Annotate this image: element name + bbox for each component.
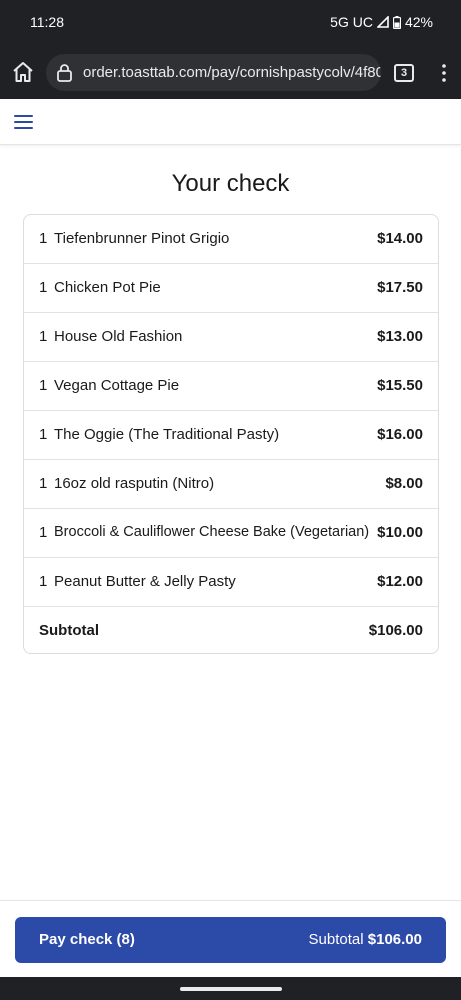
status-indicators: 5G UC 42% (330, 14, 433, 30)
pay-subtotal-label: Subtotal (308, 931, 364, 948)
item-name: Chicken Pot Pie (54, 279, 161, 296)
check-item-row: 1 Chicken Pot Pie $17.50 (24, 264, 438, 313)
check-item-row: 1 The Oggie (The Traditional Pasty) $16.… (24, 411, 438, 460)
item-name: Broccoli & Cauliflower Cheese Bake (Vege… (54, 524, 370, 540)
pay-check-button[interactable]: Pay check (8) Subtotal $106.00 (15, 917, 446, 963)
check-item-row: 1 16oz old rasputin (Nitro) $8.00 (24, 460, 438, 509)
item-quantity: 1 (39, 475, 48, 492)
check-card: 1 Tiefenbrunner Pinot Grigio $14.00 1 Ch… (23, 214, 439, 654)
item-price: $8.00 (385, 475, 423, 492)
check-item-row: 1 Broccoli & Cauliflower Cheese Bake (Ve… (24, 509, 438, 558)
lock-icon (56, 63, 73, 88)
item-name: Vegan Cottage Pie (54, 377, 180, 394)
page-title: Your check (171, 170, 290, 197)
footer-bar: Pay check (8) Subtotal $106.00 (0, 900, 461, 977)
battery-icon (392, 15, 401, 29)
url-text: order.toasttab.com/pay/cornishpastycolv/… (83, 64, 381, 81)
check-item-row: 1 Tiefenbrunner Pinot Grigio $14.00 (24, 215, 438, 264)
hamburger-menu-icon[interactable] (14, 115, 33, 129)
gesture-handle[interactable] (180, 987, 282, 991)
check-item-row: 1 Vegan Cottage Pie $15.50 (24, 362, 438, 411)
item-price: $16.00 (377, 426, 423, 443)
network-label: 5G UC (330, 14, 373, 30)
item-quantity: 1 (39, 377, 48, 394)
item-quantity: 1 (39, 524, 48, 541)
item-price: $13.00 (377, 328, 423, 345)
item-name: Tiefenbrunner Pinot Grigio (54, 230, 230, 247)
system-nav-bar (0, 977, 461, 1000)
item-name: The Oggie (The Traditional Pasty) (54, 426, 280, 443)
item-quantity: 1 (39, 573, 48, 590)
item-price: $15.50 (377, 377, 423, 394)
signal-icon (376, 16, 389, 28)
item-quantity: 1 (39, 230, 48, 247)
tab-switcher-button[interactable]: 3 (394, 64, 414, 82)
app-header (0, 99, 461, 145)
subtotal-label: Subtotal (39, 622, 99, 639)
item-quantity: 1 (39, 279, 48, 296)
item-quantity: 1 (39, 426, 48, 443)
address-bar[interactable]: order.toasttab.com/pay/cornishpastycolv/… (46, 54, 381, 91)
check-item-row: 1 House Old Fashion $13.00 (24, 313, 438, 362)
pay-button-subtotal: Subtotal $106.00 (309, 931, 422, 948)
check-item-row: 1 Peanut Butter & Jelly Pasty $12.00 (24, 558, 438, 607)
item-price: $14.00 (377, 230, 423, 247)
battery-level: 42% (404, 14, 433, 30)
item-price: $10.00 (377, 524, 423, 541)
pay-button-label: Pay check (8) (39, 931, 135, 948)
status-bar: 11:28 5G UC 42% (0, 0, 461, 46)
browser-toolbar: order.toasttab.com/pay/cornishpastycolv/… (0, 46, 461, 99)
item-name: 16oz old rasputin (Nitro) (54, 475, 215, 492)
pay-subtotal-value: $106.00 (367, 931, 422, 948)
status-time: 11:28 (30, 14, 64, 30)
subtotal-row: Subtotal $106.00 (24, 607, 438, 653)
home-icon[interactable] (10, 59, 36, 85)
item-price: $12.00 (377, 573, 423, 590)
item-quantity: 1 (39, 328, 48, 345)
item-name: House Old Fashion (54, 328, 183, 345)
item-price: $17.50 (377, 279, 423, 296)
subtotal-value: $106.00 (368, 622, 423, 639)
more-options-icon[interactable] (438, 63, 450, 83)
item-name: Peanut Butter & Jelly Pasty (54, 573, 236, 590)
